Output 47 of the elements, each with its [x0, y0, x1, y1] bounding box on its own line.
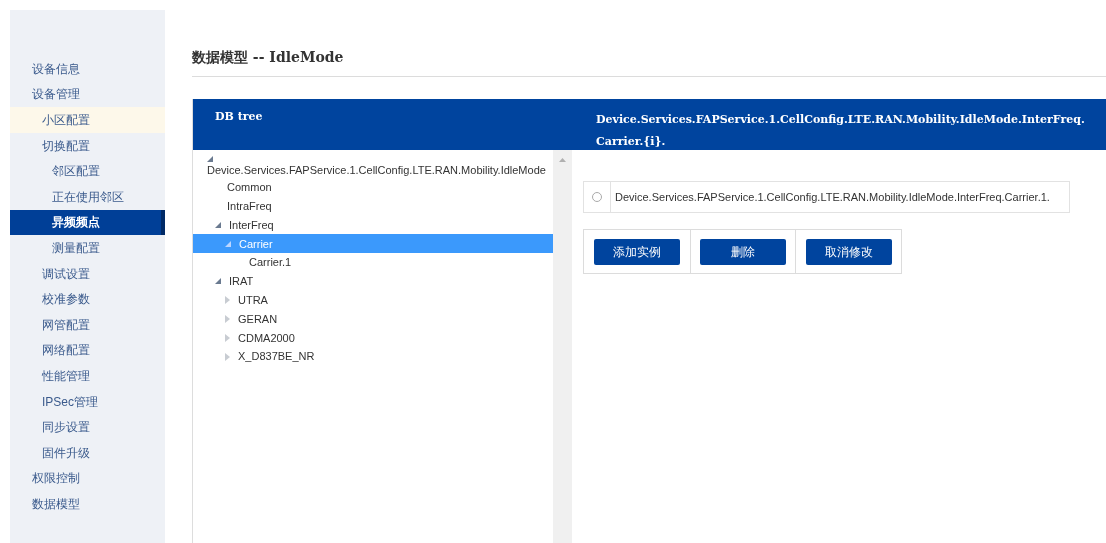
collapsed-triangle-icon[interactable]: [225, 333, 230, 342]
tree-node[interactable]: IntraFreq: [227, 197, 272, 215]
instance-row[interactable]: Device.Services.FAPService.1.CellConfig.LTE.RAN.Mobility.IdleMode.InterFreq.Carrier.1.: [583, 181, 1070, 213]
action-button[interactable]: 取消修改: [805, 238, 892, 265]
sidebar-item[interactable]: 网络配置: [10, 337, 165, 364]
tree-node[interactable]: InterFreq: [229, 216, 274, 234]
sidebar-item[interactable]: 异频频点: [10, 209, 165, 236]
tree-node[interactable]: X_D837BE_NR: [238, 348, 315, 365]
tree-node[interactable]: CDMA2000: [238, 329, 295, 346]
collapsed-triangle-icon[interactable]: [225, 352, 230, 361]
sidebar-item[interactable]: 小区配置: [10, 107, 165, 133]
sidebar-item[interactable]: 固件升级: [10, 439, 165, 466]
sidebar-item[interactable]: 权限控制: [10, 465, 165, 492]
tree-node[interactable]: Carrier.1: [249, 254, 292, 271]
sidebar-item[interactable]: 设备管理: [10, 81, 165, 108]
instance-path: Device.Services.FAPService.1.CellConfig.LTE.RAN.Mobility.IdleMode.InterFreq.Carrier.1.: [614, 189, 1050, 205]
tree-node[interactable]: IRAT: [229, 273, 254, 290]
tree-node[interactable]: UTRA: [238, 291, 268, 309]
sidebar-item[interactable]: 性能管理: [10, 363, 165, 389]
sidebar-item[interactable]: IPSec管理: [10, 388, 165, 415]
expanded-triangle-icon[interactable]: [215, 222, 221, 228]
tree-node[interactable]: Common: [227, 179, 272, 196]
scroll-up-arrow-icon[interactable]: [559, 158, 566, 162]
page-title: 数据模型 -- IdleMode: [192, 48, 344, 67]
sidebar-item[interactable]: 网管配置: [10, 311, 165, 338]
tree-node[interactable]: Device.Services.FAPService.1.CellConfig.LTE.RAN.Mobility.IdleMode: [207, 162, 553, 178]
action-button[interactable]: 添加实例: [593, 238, 680, 265]
collapsed-triangle-icon[interactable]: [225, 296, 230, 305]
sidebar-item[interactable]: 测量配置: [10, 235, 165, 261]
sidebar-item[interactable]: 同步设置: [10, 414, 165, 440]
sidebar-item[interactable]: 校准参数: [10, 286, 165, 312]
expanded-triangle-icon[interactable]: [215, 278, 221, 285]
radio-button[interactable]: [592, 192, 602, 202]
sidebar-item[interactable]: 调试设置: [10, 260, 165, 287]
tree-node[interactable]: GERAN: [238, 310, 278, 328]
panel-header: DB tree: [193, 99, 572, 150]
collapsed-triangle-icon[interactable]: [225, 314, 230, 323]
panel-header: Device.Services.FAPService.1.CellConfig.LTE.RAN.Mobility.IdleMode.InterFreq.Carrier.{i}.: [572, 99, 1106, 150]
sidebar-item[interactable]: 设备信息: [10, 56, 165, 82]
expanded-triangle-icon[interactable]: [225, 240, 231, 247]
action-button[interactable]: 删除: [700, 238, 786, 265]
sidebar-item[interactable]: 正在使用邻区: [10, 183, 165, 210]
sidebar-item[interactable]: 邻区配置: [10, 158, 165, 184]
scrollbar[interactable]: [553, 150, 572, 543]
sidebar-item[interactable]: 数据模型: [10, 491, 165, 517]
expanded-triangle-icon[interactable]: [207, 156, 213, 162]
sidebar-item[interactable]: 切换配置: [10, 132, 165, 159]
